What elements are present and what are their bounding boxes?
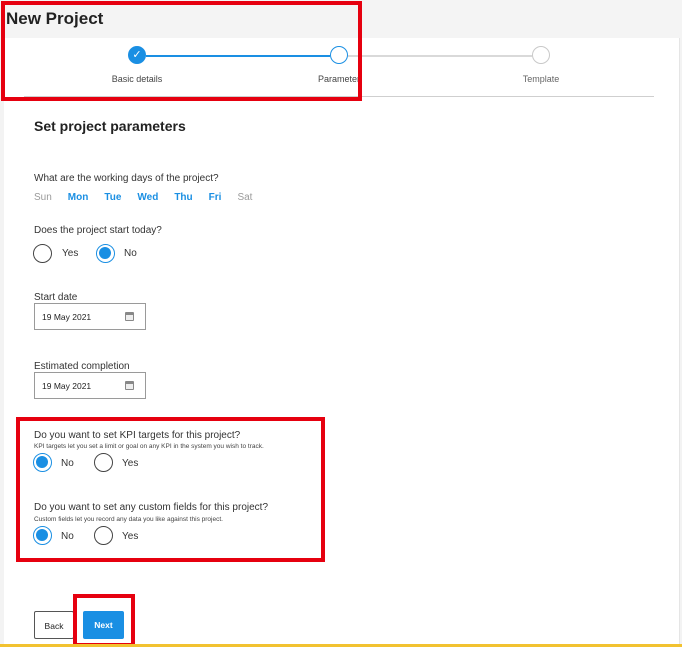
- kpi-question: Do you want to set KPI targets for this …: [34, 430, 241, 441]
- kpi-no-label: No: [61, 458, 74, 469]
- start-today-no-radio[interactable]: [96, 244, 115, 263]
- stepper-line-completed: [146, 55, 330, 57]
- custom-fields-no-label: No: [61, 531, 74, 542]
- new-project-page: New Project ✓ Basic details Parameter Te…: [0, 0, 682, 647]
- stepper-line-pending: [348, 55, 532, 57]
- calendar-icon[interactable]: [125, 381, 134, 390]
- start-today-question: Does the project start today?: [34, 225, 162, 236]
- custom-fields-help-text: Custom fields let you record any data yo…: [34, 516, 223, 523]
- back-button[interactable]: Back: [34, 611, 74, 639]
- section-title: Set project parameters: [34, 118, 186, 134]
- estimated-completion-label: Estimated completion: [34, 361, 130, 372]
- step-template[interactable]: [532, 46, 550, 64]
- kpi-yes-label: Yes: [122, 458, 139, 469]
- step-label-basic-details: Basic details: [111, 74, 163, 84]
- custom-fields-yes-label: Yes: [122, 531, 139, 542]
- estimated-completion-field[interactable]: 19 May 2021: [34, 372, 146, 399]
- next-button[interactable]: Next: [83, 611, 124, 639]
- start-date-label: Start date: [34, 292, 78, 303]
- step-label-parameter: Parameter: [317, 74, 361, 84]
- day-wed[interactable]: Wed: [137, 192, 158, 203]
- step-basic-details[interactable]: ✓: [128, 46, 146, 64]
- day-thu[interactable]: Thu: [174, 192, 192, 203]
- start-today-yes-label: Yes: [62, 248, 79, 259]
- calendar-icon[interactable]: [125, 312, 134, 321]
- stepper-divider: [24, 96, 654, 97]
- checkmark-icon: ✓: [132, 48, 142, 61]
- start-date-value: 19 May 2021: [42, 312, 92, 322]
- day-tue[interactable]: Tue: [104, 192, 121, 203]
- page-title: New Project: [6, 9, 104, 28]
- start-today-yes-radio[interactable]: [33, 244, 52, 263]
- estimated-completion-value: 19 May 2021: [42, 381, 92, 391]
- working-days-question: What are the working days of the project…: [34, 173, 219, 184]
- day-sun[interactable]: Sun: [34, 192, 52, 203]
- custom-fields-no-radio[interactable]: [33, 526, 52, 545]
- day-sat[interactable]: Sat: [237, 192, 252, 203]
- start-today-no-label: No: [124, 248, 137, 259]
- kpi-help-text: KPI targets let you set a limit or goal …: [34, 443, 264, 450]
- day-fri[interactable]: Fri: [209, 192, 222, 203]
- day-mon[interactable]: Mon: [68, 192, 89, 203]
- kpi-no-radio[interactable]: [33, 453, 52, 472]
- step-label-template: Template: [522, 74, 560, 84]
- step-parameter[interactable]: [330, 46, 348, 64]
- start-date-field[interactable]: 19 May 2021: [34, 303, 146, 330]
- working-days-selector: Sun Mon Tue Wed Thu Fri Sat: [34, 192, 268, 203]
- kpi-yes-radio[interactable]: [94, 453, 113, 472]
- custom-fields-yes-radio[interactable]: [94, 526, 113, 545]
- custom-fields-question: Do you want to set any custom fields for…: [34, 502, 268, 513]
